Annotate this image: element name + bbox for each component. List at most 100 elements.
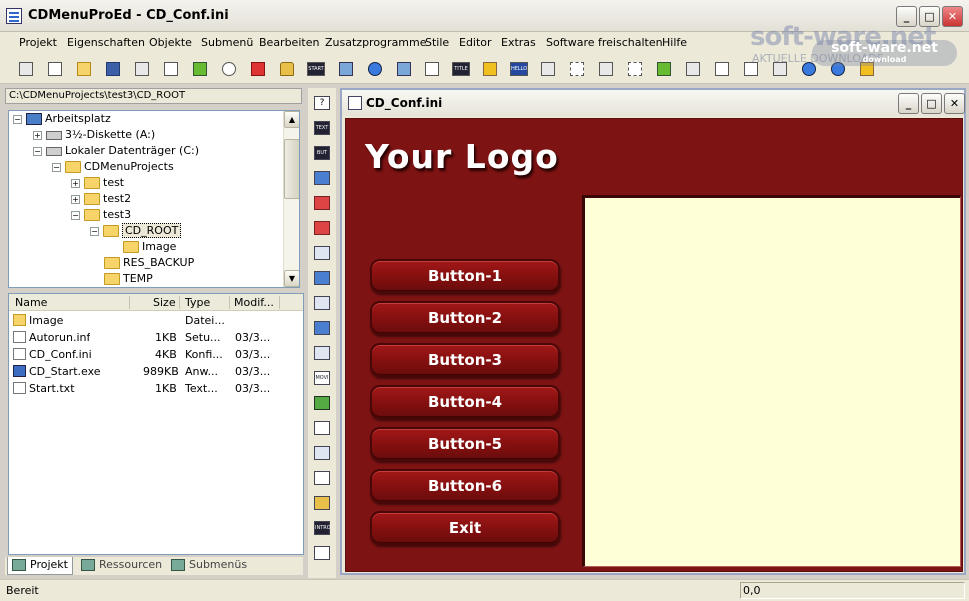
menu-zusatzprogramme[interactable]: Zusatzprogramme [325,36,427,49]
menu-extras[interactable]: Extras [501,36,536,49]
tree-item-test[interactable]: + test [71,175,124,191]
tree-icon[interactable] [312,394,332,412]
tab-ressourcen[interactable]: Ressourcen [77,557,165,575]
file-row[interactable]: Start.txt 1KB Text... 03/3... [9,380,303,397]
media-icon[interactable] [312,219,332,237]
tree-item-res-backup[interactable]: RES_BACKUP [104,255,194,271]
scissors-icon[interactable] [712,59,732,79]
tree-item-image[interactable]: Image [123,239,176,255]
canvas-exit-button[interactable]: Exit [370,511,560,545]
scroll-down-icon[interactable]: ▼ [284,270,299,287]
canvas-button-2[interactable]: Button-2 [370,301,560,335]
office-icon[interactable] [312,194,332,212]
doc-close-button[interactable]: ✕ [944,93,965,114]
lock-icon[interactable] [312,494,332,512]
file-row[interactable]: CD_Conf.ini 4KB Konfi... 03/3... [9,346,303,363]
table-icon[interactable] [312,344,332,362]
move-icon[interactable] [422,59,442,79]
canvas-button-1[interactable]: Button-1 [370,259,560,293]
canvas-button-3[interactable]: Button-3 [370,343,560,377]
lock-icon[interactable] [277,59,297,79]
print-icon[interactable] [132,59,152,79]
open-folder-icon[interactable] [74,59,94,79]
script-icon[interactable] [312,544,332,562]
folder-tree[interactable]: − Arbeitsplatz +3½-Diskette (A:) − Lokaler… [8,110,300,288]
refresh-icon[interactable] [190,59,210,79]
menu-submenu[interactable]: Submenü [201,36,253,49]
intro-icon[interactable]: INTRO [312,519,332,537]
window-icon[interactable] [312,169,332,187]
menu-bearbeiten[interactable]: Bearbeiten [259,36,319,49]
path-field[interactable]: C:\CDMenuProjects\test3\CD_ROOT [5,88,302,104]
scroll-up-icon[interactable]: ▲ [284,111,299,128]
tree-item-temp[interactable]: TEMP [104,271,153,287]
tree-item-cdmenuprojects[interactable]: − CDMenuProjects [52,159,174,175]
tools-icon[interactable] [683,59,703,79]
tree-item-test2[interactable]: + test2 [71,191,131,207]
tree-item-cd-root[interactable]: − CD_ROOT [90,223,182,239]
text-icon[interactable]: TEXT [312,119,332,137]
cut-red-icon[interactable] [248,59,268,79]
monitor-icon[interactable] [312,244,332,262]
menu-projekt[interactable]: Projekt [19,36,57,49]
doc-minimize-button[interactable]: _ [898,93,919,114]
tree-scrollbar[interactable]: ▲ ▼ [283,111,299,287]
canvas-button-6[interactable]: Button-6 [370,469,560,503]
menu-hilfe[interactable]: Hilfe [662,36,687,49]
collapse-icon[interactable]: − [71,210,80,220]
select-icon[interactable] [567,59,587,79]
menu-stile[interactable]: Stile [425,36,449,49]
tab-projekt[interactable]: Projekt [7,557,73,575]
canvas-button-4[interactable]: Button-4 [370,385,560,419]
file-row[interactable]: Image Datei... [9,312,303,329]
expand-icon[interactable]: + [71,178,80,188]
slider-icon[interactable] [312,419,332,437]
tab-submenus[interactable]: Submenüs [167,557,251,575]
file-row[interactable]: CD_Start.exe 989KB Anw... 03/3... [9,363,303,380]
content-area[interactable] [582,195,961,567]
but-icon[interactable]: BUT [312,144,332,162]
movie-icon[interactable]: MOVI [312,369,332,387]
scroll-thumb[interactable] [284,139,299,199]
zoom-icon[interactable] [654,59,674,79]
image-icon[interactable] [312,269,332,287]
menu-canvas[interactable]: Your Logo Button-1 Button-2 Button-3 But… [345,118,963,572]
expand-icon[interactable]: + [71,194,80,204]
sound-icon[interactable] [480,59,500,79]
frame-icon[interactable] [312,294,332,312]
tree-item-arbeitsplatz[interactable]: − Arbeitsplatz [13,111,111,127]
undo-icon[interactable] [219,59,239,79]
help-icon[interactable]: ? [312,94,332,112]
column-modified[interactable]: Modif... [234,296,274,309]
monitor-icon[interactable] [336,59,356,79]
crop-icon[interactable] [625,59,645,79]
expand-icon[interactable]: + [33,130,42,140]
hello-icon[interactable]: HELLO [509,59,529,79]
collapse-icon[interactable]: − [33,146,42,156]
menu-eigenschaften[interactable]: Eigenschaften [67,36,145,49]
collapse-icon[interactable]: − [52,162,61,172]
list-icon[interactable] [312,469,332,487]
canvas-button-5[interactable]: Button-5 [370,427,560,461]
menu-objekte[interactable]: Objekte [149,36,192,49]
menu-editor[interactable]: Editor [459,36,492,49]
column-name[interactable]: Name [15,296,47,309]
grid-icon[interactable] [312,319,332,337]
collapse-icon[interactable]: − [13,114,22,124]
start-icon[interactable]: START [306,59,326,79]
link-icon[interactable] [538,59,558,79]
image-icon[interactable] [394,59,414,79]
collapse-icon[interactable]: − [90,226,99,236]
tree-item-diskette[interactable]: +3½-Diskette (A:) [33,127,155,143]
column-size[interactable]: Size [153,296,176,309]
tree-item-test3[interactable]: − test3 [71,207,131,223]
logo-text[interactable]: Your Logo [365,137,559,176]
new-doc-icon[interactable] [45,59,65,79]
wand-icon[interactable] [16,59,36,79]
menu-software-freischalten[interactable]: Software freischalten [546,36,663,49]
tree-item-local-drive[interactable]: − Lokaler Datenträger (C:) [33,143,199,159]
save-icon[interactable] [103,59,123,79]
doc-maximize-button[interactable]: □ [921,93,942,114]
column-type[interactable]: Type [185,296,210,309]
preview-icon[interactable] [161,59,181,79]
